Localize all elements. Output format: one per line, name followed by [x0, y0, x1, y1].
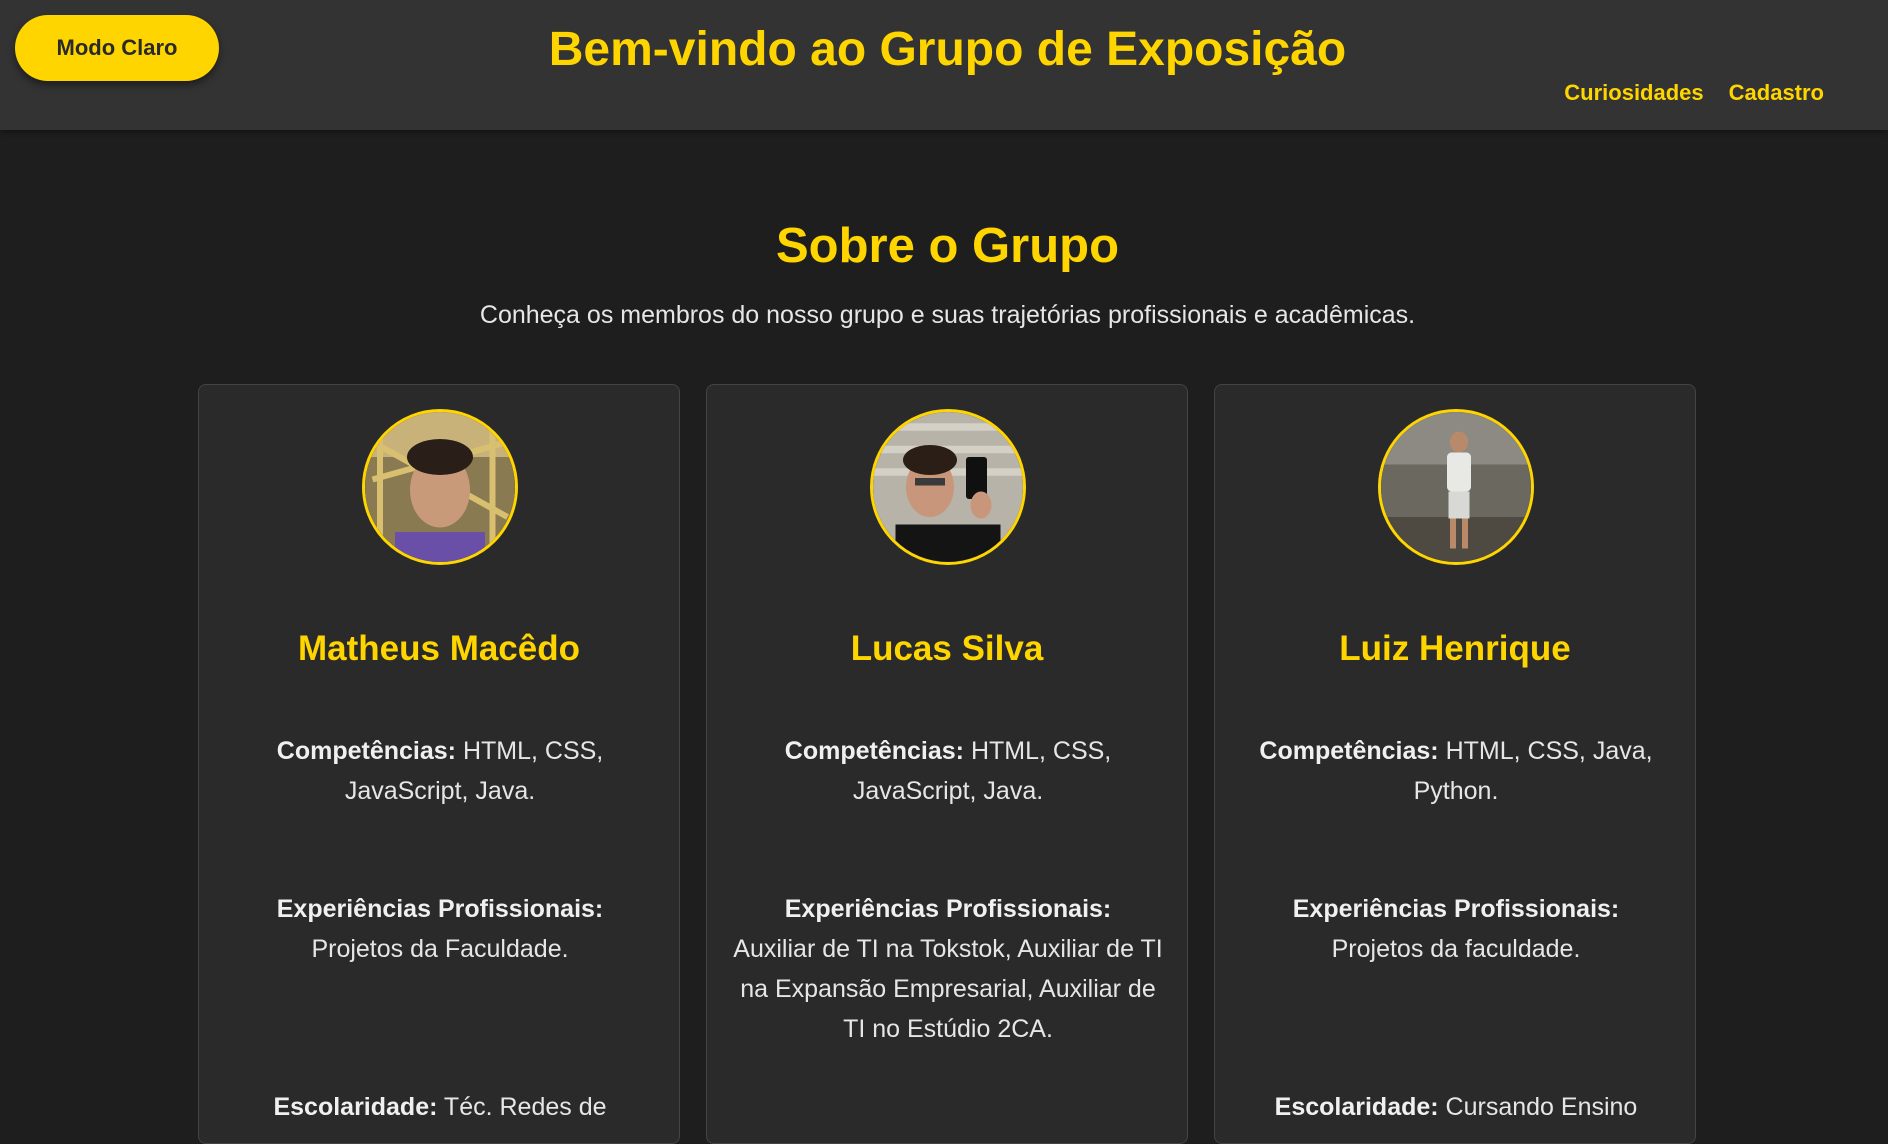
- member-competencias: Competências: HTML, CSS, JavaScript, Jav…: [219, 731, 661, 811]
- member-experiencias: Experiências Profissionais: Projetos da …: [1235, 889, 1677, 969]
- member-card: Lucas Silva Competências: HTML, CSS, Jav…: [706, 384, 1188, 1144]
- escolaridade-value: Cursando Ensino: [1445, 1093, 1638, 1121]
- experiencias-value: Auxiliar de TI na Tokstok, Auxiliar de T…: [733, 935, 1163, 1043]
- experiencias-value: Projetos da Faculdade.: [311, 935, 569, 963]
- label-experiencias: Experiências Profissionais:: [1292, 895, 1620, 923]
- label-experiencias: Experiências Profissionais:: [276, 895, 604, 923]
- label-competencias: Competências:: [276, 737, 456, 765]
- nav-link-curiosidades[interactable]: Curiosidades: [1564, 78, 1703, 108]
- member-name: Matheus Macêdo: [298, 629, 580, 668]
- member-card: Luiz Henrique Competências: HTML, CSS, J…: [1214, 384, 1696, 1144]
- member-card: Matheus Macêdo Competências: HTML, CSS, …: [198, 384, 680, 1144]
- competencias-value: HTML, CSS, Java, Python.: [1413, 737, 1653, 805]
- site-header: Modo Claro Bem-vindo ao Grupo de Exposiç…: [0, 0, 1888, 130]
- site-title: Bem-vindo ao Grupo de Exposição: [548, 23, 1347, 76]
- member-competencias: Competências: HTML, CSS, Java, Python.: [1235, 731, 1677, 811]
- member-escolaridade: Escolaridade: Cursando Ensino: [1235, 1087, 1677, 1127]
- label-competencias: Competências:: [1259, 737, 1439, 765]
- nav-link-cadastro[interactable]: Cadastro: [1729, 78, 1824, 108]
- main-nav: Curiosidades Cadastro: [1564, 78, 1824, 108]
- member-experiencias: Experiências Profissionais: Auxiliar de …: [727, 889, 1169, 1049]
- label-experiencias: Experiências Profissionais:: [784, 895, 1112, 923]
- label-competencias: Competências:: [784, 737, 964, 765]
- label-escolaridade: Escolaridade:: [273, 1093, 438, 1121]
- experiencias-value: Projetos da faculdade.: [1331, 935, 1581, 963]
- member-photo: [870, 409, 1026, 565]
- member-photo: [1378, 409, 1534, 565]
- member-competencias: Competências: HTML, CSS, JavaScript, Jav…: [727, 731, 1169, 811]
- member-escolaridade: Escolaridade: Téc. Redes de: [219, 1087, 661, 1127]
- label-escolaridade: Escolaridade:: [1274, 1093, 1439, 1121]
- section-subtitle: Conheça os membros do nosso grupo e suas…: [479, 301, 1416, 329]
- member-name: Luiz Henrique: [1339, 629, 1571, 668]
- member-experiencias: Experiências Profissionais: Projetos da …: [219, 889, 661, 969]
- escolaridade-value: Téc. Redes de: [443, 1093, 607, 1121]
- member-name: Lucas Silva: [850, 629, 1044, 668]
- member-photo: [362, 409, 518, 565]
- section-title: Sobre o Grupo: [776, 219, 1119, 273]
